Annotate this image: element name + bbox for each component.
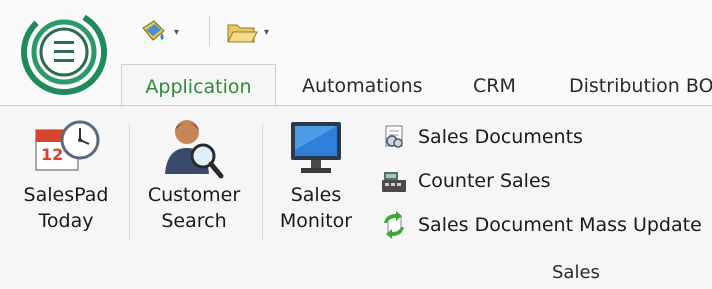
sales-monitor-label: Sales Monitor [279,184,353,232]
monitor-icon [291,122,341,173]
ribbon-group-label-sales: Sales [552,262,600,283]
calendar-clock-icon: 12 [35,120,100,171]
qat-paint-dropdown-arrow[interactable]: ▾ [174,27,179,38]
qat-paint-button[interactable]: ▾ [138,14,179,50]
customer-search-button[interactable]: Customer Search [142,116,246,234]
counter-sales-button[interactable]: Counter Sales [380,166,551,196]
salespad-today-button[interactable]: 12 SalesPad Today [18,116,114,234]
qat-separator [209,16,210,46]
person-magnifier-icon [165,120,224,179]
sales-document-mass-update-button[interactable]: Sales Document Mass Update [380,210,702,240]
ribbon-tabs: Application Automations CRM Distribution… [0,64,712,107]
ribbon-separator [262,124,263,240]
refresh-arrows-icon [384,211,404,239]
sales-documents-label: Sales Documents [418,126,583,148]
customer-search-label: Customer Search [147,184,241,232]
sales-documents-button[interactable]: Sales Documents [380,122,583,152]
folder-open-icon [227,24,258,43]
paint-bucket-icon [142,20,165,41]
tab-distribution-bo[interactable]: Distribution BO [569,64,712,106]
cash-register-icon [382,172,406,192]
sales-documents-icon [385,125,403,148]
salespad-today-label: SalesPad Today [23,184,109,232]
sales-document-mass-update-label: Sales Document Mass Update [418,214,702,236]
ribbon-tab-divider [0,105,712,106]
qat-open-dropdown-arrow[interactable]: ▾ [264,27,269,38]
tab-crm[interactable]: CRM [473,64,516,106]
counter-sales-label: Counter Sales [418,170,551,192]
svg-text:12: 12 [41,145,63,164]
tab-automations[interactable]: Automations [302,64,423,106]
tab-application[interactable]: Application [121,64,276,107]
ribbon-separator [129,124,130,240]
qat-open-button[interactable]: ▾ [226,14,269,50]
sales-monitor-button[interactable]: Sales Monitor [272,116,360,234]
